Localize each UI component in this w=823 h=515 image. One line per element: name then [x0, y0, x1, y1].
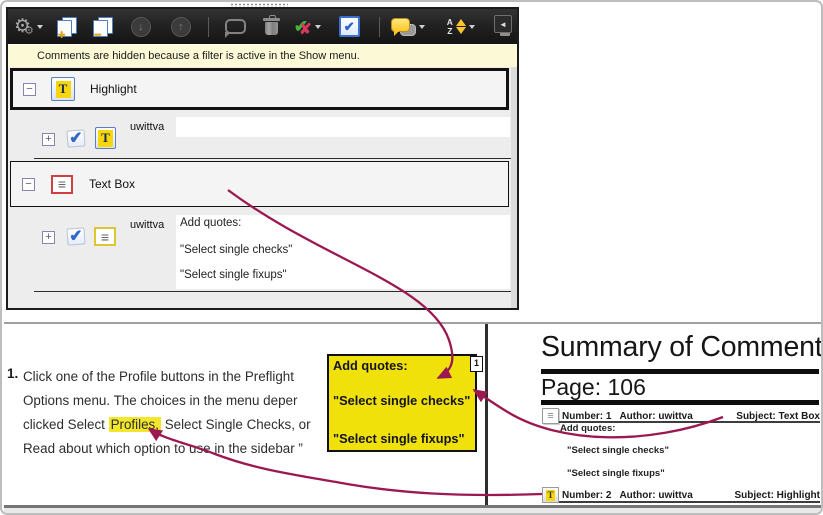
- chevron-down-icon: [36, 24, 43, 29]
- highlighted-text[interactable]: Profiles,: [108, 417, 161, 432]
- sort-az-icon: AZ: [446, 17, 453, 36]
- trash-icon: [262, 15, 280, 35]
- group-header-highlight[interactable]: − T Highlight: [10, 68, 509, 110]
- expand-all-button[interactable]: +: [56, 12, 77, 42]
- comments-panel: ⚙ ⚙ + − ↓ ↑ ✔ ✘ ✔ A Z ◄ Comments are hid…: [6, 7, 519, 310]
- summary-page-number: Page: 106: [541, 374, 646, 400]
- row-separator: [34, 291, 511, 292]
- textbox-comment-icon[interactable]: ≡: [94, 227, 116, 246]
- comment-line: Add quotes:: [180, 217, 242, 229]
- red-x-icon: ✘: [299, 21, 312, 38]
- expand-comment-icon[interactable]: +: [42, 231, 55, 244]
- scrollbar-track[interactable]: [511, 67, 517, 308]
- checkmark-button[interactable]: ✔: [338, 12, 360, 42]
- group-header-textbox[interactable]: − ≡ Text Box: [10, 161, 509, 207]
- comment-text-field[interactable]: Add quotes: "Select single checks" "Sele…: [176, 215, 510, 289]
- document-text: Click one of the Profile buttons in the …: [23, 365, 324, 461]
- summary-body-line: "Select single fixups": [567, 468, 665, 479]
- sort-arrows-icon: [455, 18, 466, 35]
- sticky-note-box[interactable]: Add quotes: "Select single checks" "Sele…: [327, 354, 477, 452]
- summary-title: Summary of Comments: [541, 331, 823, 363]
- collapse-group-icon[interactable]: −: [23, 82, 36, 96]
- list-number: 1.: [7, 366, 19, 381]
- group-label: Text Box: [89, 177, 136, 191]
- reply-bubble-icon: [224, 19, 246, 38]
- document-line: Options menu. The choices in the menu de…: [23, 393, 298, 408]
- comment-line: "Select single fixups": [180, 269, 287, 281]
- highlight-comment-icon: T: [542, 487, 559, 503]
- comments-toolbar: ⚙ ⚙ + − ↓ ↑ ✔ ✘ ✔ A Z ◄: [8, 9, 517, 44]
- collapse-panel-button[interactable]: ◄: [494, 15, 512, 33]
- delete-comment-button[interactable]: [262, 12, 280, 42]
- expand-comment-icon[interactable]: +: [42, 133, 55, 146]
- summary-body-line: "Select single checks": [567, 445, 669, 456]
- highlight-tool-icon: T: [51, 77, 75, 101]
- chevron-down-icon: [314, 24, 321, 29]
- entry-underline: [559, 501, 820, 503]
- divider-bar: [541, 400, 819, 405]
- comment-line: "Select single checks": [180, 244, 293, 256]
- speech-bubbles-icon: [390, 14, 416, 40]
- textbox-tool-icon: ≡: [51, 174, 73, 194]
- comment-number-badge[interactable]: 1: [470, 356, 483, 372]
- down-arrow-circle-icon: ↓: [130, 16, 151, 37]
- toolbar-separator: [207, 16, 209, 37]
- summary-page: Summary of Comments Page: 106 ≡ Number: …: [540, 324, 821, 505]
- show-comments-button[interactable]: [390, 12, 425, 42]
- comments-list: − T Highlight + ✔ T uwittva − ≡ Text Box…: [8, 67, 517, 308]
- blue-checkbox-icon: ✔: [338, 16, 360, 37]
- collapse-all-button[interactable]: −: [92, 12, 113, 42]
- up-arrow-circle-icon: ↑: [170, 16, 191, 37]
- collapse-all-icon: −: [92, 16, 113, 41]
- expand-all-icon: +: [56, 16, 77, 41]
- gear-small-icon: ⚙: [24, 25, 34, 37]
- comment-checkmark[interactable]: ✔: [66, 227, 86, 246]
- previous-comment-button[interactable]: ↑: [170, 12, 191, 42]
- comment-checkmark[interactable]: ✔: [66, 129, 86, 148]
- comment-author: uwittva: [130, 219, 165, 231]
- document-line: Click one of the Profile buttons in the …: [23, 369, 294, 384]
- document-line: Read about which option to use in the si…: [23, 441, 303, 456]
- highlight-comment-icon[interactable]: T: [95, 127, 116, 149]
- set-status-button[interactable]: ✔ ✘: [294, 12, 321, 42]
- group-label: Highlight: [90, 82, 137, 96]
- filter-notice-bar: Comments are hidden because a filter is …: [8, 44, 517, 67]
- reply-button[interactable]: [224, 12, 246, 42]
- chevron-down-icon: [468, 24, 475, 29]
- summary-body-line: Add quotes:: [560, 423, 616, 434]
- note-line: "Select single checks": [333, 393, 471, 408]
- toolbar-separator: [378, 16, 380, 37]
- chevron-down-icon: [418, 24, 425, 29]
- screenshot-frame: ⚙ ⚙ + − ↓ ↑ ✔ ✘ ✔ A Z ◄ Comments are hid…: [0, 0, 823, 515]
- document-line: clicked Select Profiles, Select Single C…: [23, 417, 311, 432]
- note-line: "Select single fixups": [333, 431, 465, 446]
- sort-by-button[interactable]: AZ: [447, 12, 475, 42]
- comment-author: uwittva: [130, 121, 165, 133]
- collapse-group-icon[interactable]: −: [22, 177, 35, 191]
- comment-text-field[interactable]: [176, 117, 510, 137]
- row-separator: [34, 158, 511, 159]
- options-menu-button[interactable]: ⚙ ⚙: [14, 12, 43, 42]
- next-comment-button[interactable]: ↓: [130, 12, 151, 42]
- bottom-shadow: [4, 508, 821, 513]
- textbox-comment-icon: ≡: [542, 408, 559, 424]
- page-divider: [485, 324, 488, 506]
- note-line: Add quotes:: [333, 358, 408, 373]
